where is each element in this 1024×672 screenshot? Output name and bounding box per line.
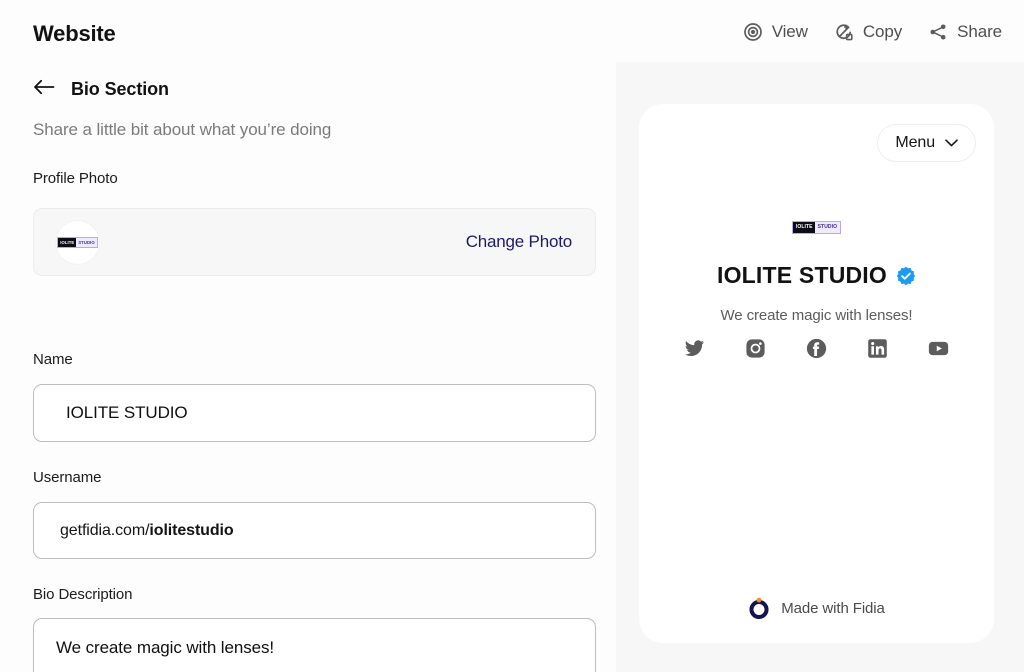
preview-tagline: We create magic with lenses! (720, 307, 913, 324)
youtube-icon[interactable] (928, 338, 949, 359)
profile-photo-label: Profile Photo (33, 170, 118, 187)
verified-badge-icon (896, 266, 916, 286)
top-header: Website View Copy Share (0, 0, 1024, 62)
menu-label: Menu (895, 134, 935, 151)
preview-card: Menu IOLITE STUDIO IOLITE STUDIO We crea… (639, 104, 994, 643)
instagram-icon[interactable] (745, 338, 766, 359)
logo-dark-text: IOLITE (58, 237, 77, 247)
bio-form-panel: Bio Section Share a little bit about wha… (0, 62, 616, 672)
eye-icon (743, 22, 763, 42)
menu-button[interactable]: Menu (877, 124, 976, 162)
section-title: Bio Section (71, 79, 169, 99)
name-input[interactable] (33, 384, 596, 442)
name-label: Name (33, 351, 73, 368)
facebook-icon[interactable] (806, 338, 827, 359)
username-domain: getfidia.com/ (60, 521, 150, 539)
linkedin-icon[interactable] (867, 338, 888, 359)
iolite-studio-logo-icon: IOLITE STUDIO (792, 221, 841, 234)
copy-button[interactable]: Copy (834, 22, 902, 42)
preview-display-name-row: IOLITE STUDIO (639, 262, 994, 289)
chevron-down-icon (945, 139, 958, 147)
share-label: Share (957, 22, 1002, 41)
iolite-studio-logo-icon: IOLITE STUDIO (57, 236, 98, 248)
bio-description-textarea[interactable] (33, 618, 596, 672)
username-handle: iolitestudio (149, 521, 234, 539)
made-with-fidia-footer: Made with Fidia (639, 597, 994, 619)
arrow-left-icon[interactable] (33, 78, 55, 101)
avatar: IOLITE STUDIO (56, 220, 99, 264)
bio-description-label: Bio Description (33, 586, 133, 603)
logo-light-text: STUDIO (76, 237, 97, 247)
logo-light-text: STUDIO (815, 222, 840, 233)
preview-social-links (639, 338, 994, 359)
app-root: Website View Copy Share Bio Section Shar… (0, 0, 1024, 672)
copy-link-icon (834, 22, 854, 42)
share-button[interactable]: Share (928, 22, 1002, 42)
header-actions: View Copy Share (743, 22, 1002, 42)
twitter-icon[interactable] (684, 338, 705, 359)
logo-dark-text: IOLITE (793, 222, 816, 233)
preview-panel: Menu IOLITE STUDIO IOLITE STUDIO We crea… (616, 62, 1024, 672)
view-button[interactable]: View (743, 22, 808, 42)
made-with-fidia-label: Made with Fidia (781, 599, 885, 617)
back-to-sections[interactable]: Bio Section (33, 78, 169, 101)
username-label: Username (33, 469, 102, 486)
change-photo-button[interactable]: Change Photo (466, 232, 573, 252)
share-icon (928, 22, 948, 42)
view-label: View (771, 22, 808, 41)
fidia-logo-icon (748, 597, 770, 619)
preview-display-name: IOLITE STUDIO (717, 262, 887, 288)
username-input[interactable]: getfidia.com/iolitestudio (33, 502, 596, 559)
profile-photo-row: IOLITE STUDIO Change Photo (33, 208, 596, 276)
page-title: Website (33, 21, 116, 46)
preview-logo: IOLITE STUDIO (639, 221, 994, 234)
copy-label: Copy (862, 22, 903, 41)
section-subtitle: Share a little bit about what you’re doi… (33, 120, 332, 139)
